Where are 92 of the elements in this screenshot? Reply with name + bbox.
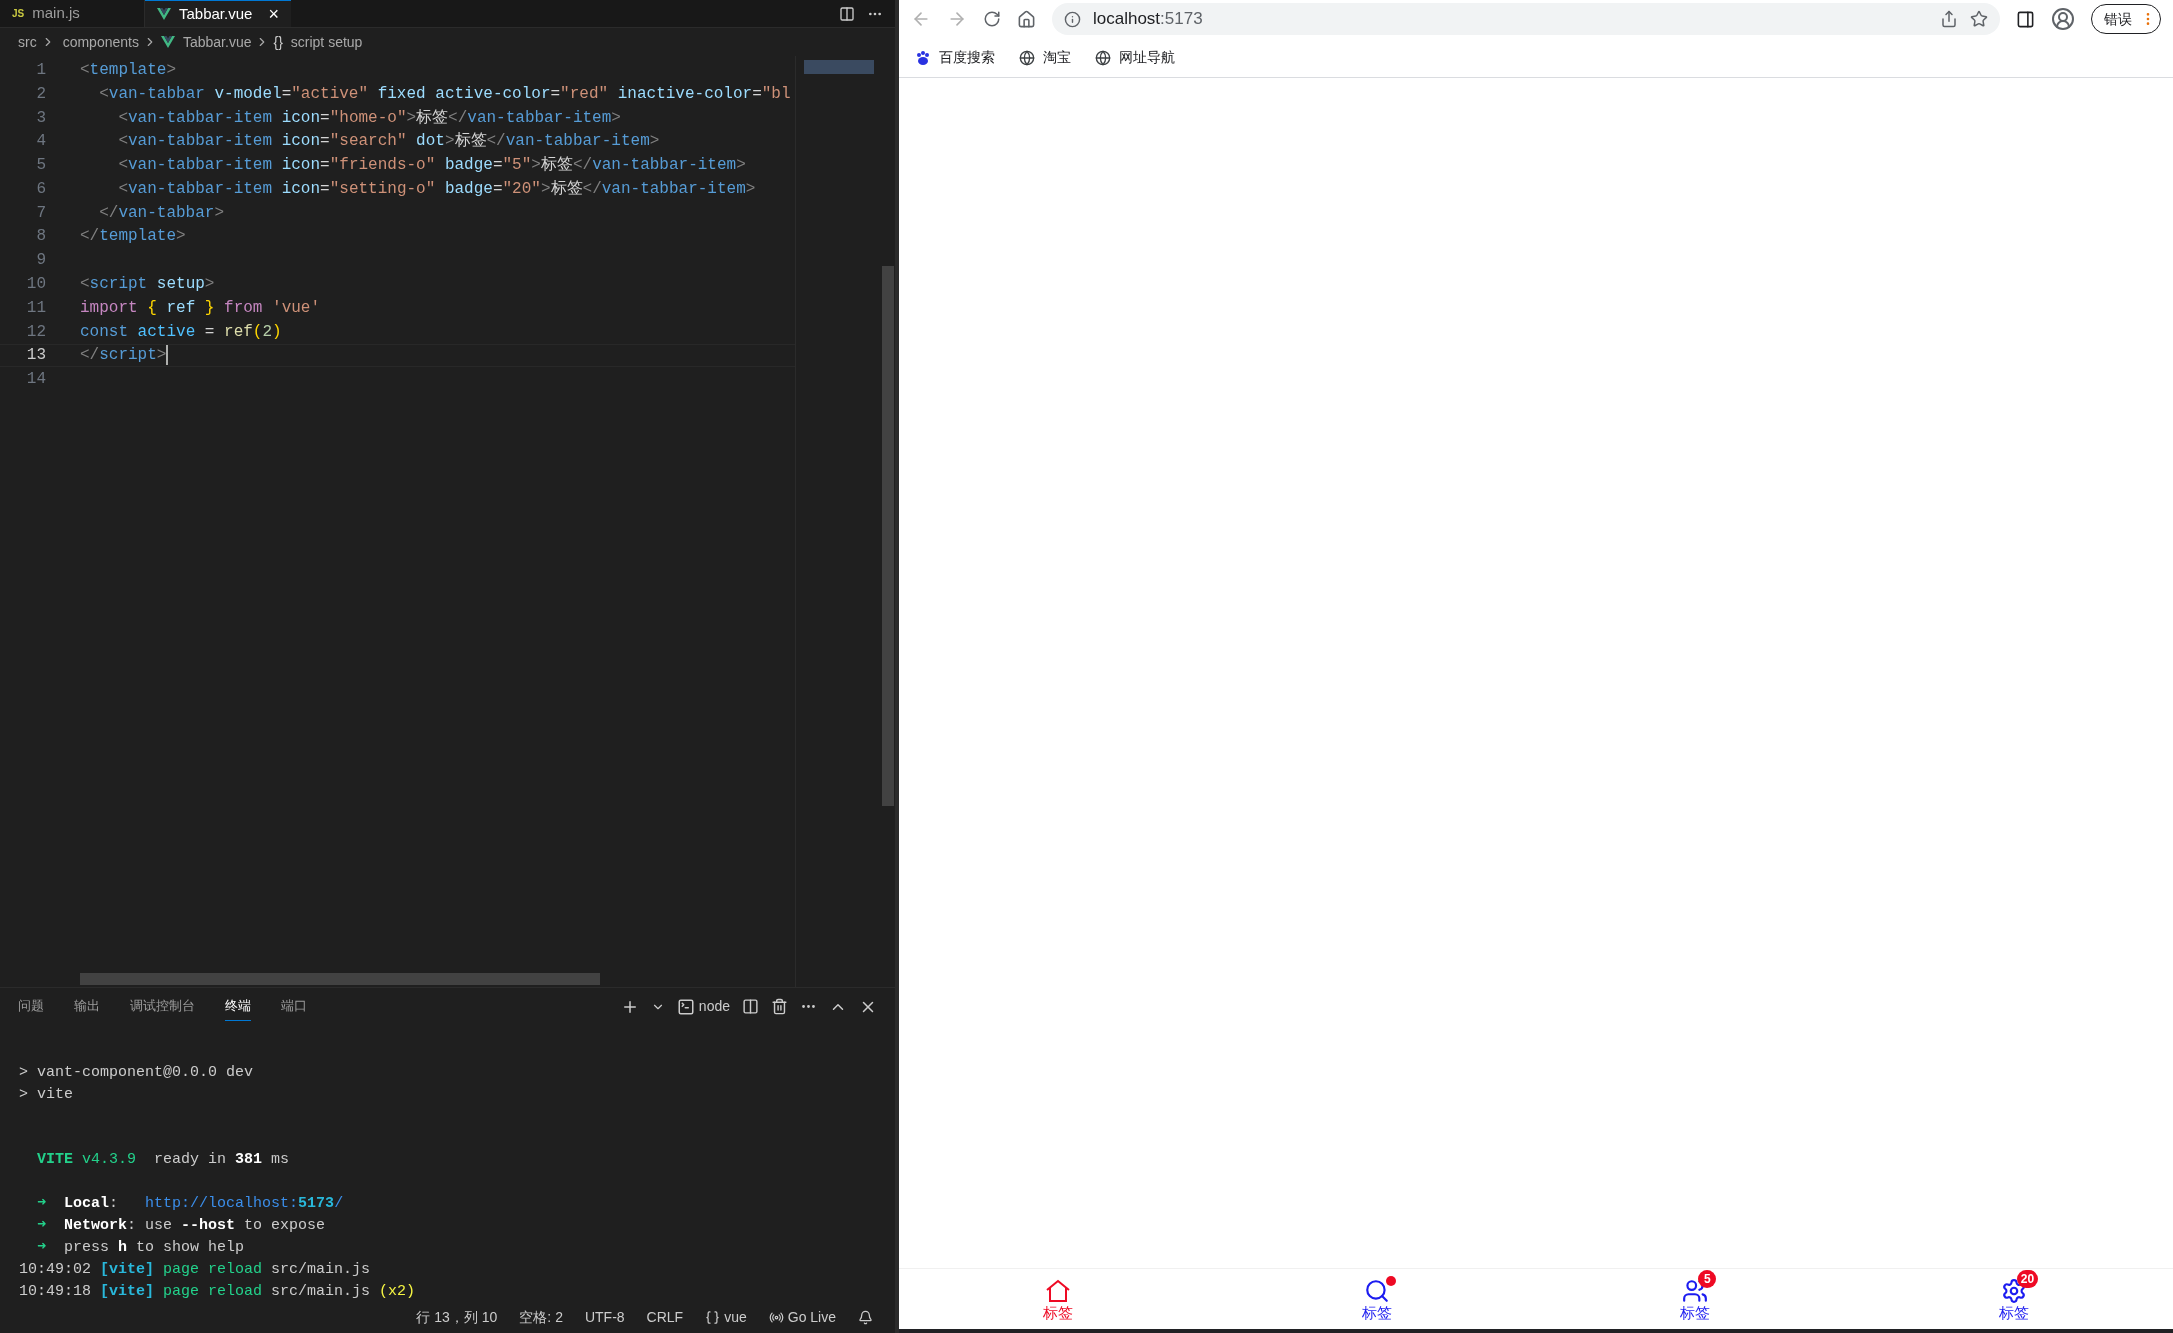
tabbar-item[interactable]: 5 标签 (1536, 1269, 1855, 1329)
status-item[interactable]: CRLF (646, 1306, 684, 1328)
bookmark-link[interactable]: 网址导航 (1119, 47, 1175, 68)
braces-icon (705, 1309, 721, 1325)
line-number: 11 (25, 297, 46, 319)
tab-label: 标签 (1361, 1305, 1392, 1320)
line-number: 12 (25, 321, 46, 343)
notifications-icon[interactable] (858, 1309, 873, 1325)
line-number: 10 (25, 274, 46, 296)
vue-file-icon (160, 36, 175, 48)
line-number: 14 (25, 369, 46, 391)
terminal-icon (676, 997, 695, 1016)
breadcrumb-item[interactable]: components (62, 31, 139, 53)
breadcrumb-item[interactable]: script setup (290, 31, 363, 53)
tabbar-item[interactable]: 20 标签 (1854, 1269, 2173, 1329)
line-number: 8 (35, 226, 46, 248)
panel-tab[interactable]: 端口 (281, 992, 307, 1021)
panel-tab[interactable]: 调试控制台 (130, 992, 195, 1021)
breadcrumb-item[interactable]: Tabbar.vue (182, 31, 252, 53)
line-number: 6 (35, 178, 46, 200)
code-line: const active = ref(2) (80, 321, 282, 343)
line-number: 1 (35, 59, 46, 81)
reload-icon[interactable] (983, 10, 1001, 28)
panel-tab[interactable]: 问题 (18, 992, 44, 1021)
line-number: 2 (35, 83, 46, 105)
side-panel-icon[interactable] (2016, 9, 2035, 29)
code-line: <van-tabbar-item icon="home-o">标签</van-tabbar-item> (117, 107, 621, 129)
line-number: 13 (25, 345, 46, 367)
status-item[interactable]: 行 13，列 10 (416, 1306, 498, 1328)
home-icon[interactable] (1017, 9, 1036, 29)
terminal-line: ➜ Network: use --host to expose (36, 1216, 327, 1236)
globe-icon (1019, 49, 1035, 66)
horizontal-scrollbar[interactable] (80, 973, 600, 985)
bookmark-star-icon[interactable] (1970, 10, 1988, 28)
tabbar-item[interactable]: 标签 (899, 1269, 1218, 1329)
tab-label: main.js (32, 3, 80, 24)
code-line: <van-tabbar-item icon="setting-o" badge="20">标签</van-tabbar-item> (117, 178, 756, 200)
terminal-line: ➜ press h to show help (36, 1238, 246, 1258)
line-number: 3 (35, 107, 46, 129)
count-badge: 5 (1698, 1270, 1717, 1288)
close-tab-button[interactable]: × (268, 5, 279, 23)
terminal-line: > vite (19, 1085, 74, 1105)
terminal-line: VITE v4.3.9 ready in 381 ms (36, 1150, 291, 1170)
code-line: <script setup> (80, 274, 215, 296)
code-line: <van-tabbar-item icon="search" dot>标签</van-tabbar-item> (117, 131, 660, 153)
line-number: 9 (35, 250, 46, 272)
line-number: 7 (35, 202, 46, 224)
search-icon (1363, 1278, 1390, 1304)
tab-label: Tabbar.vue (179, 3, 253, 24)
bookmark-link[interactable]: 淘宝 (1043, 47, 1071, 68)
vertical-scrollbar[interactable] (882, 266, 894, 806)
tab-label: 标签 (1998, 1305, 2029, 1320)
text-cursor (166, 345, 169, 366)
split-editor-icon[interactable] (839, 5, 855, 22)
braces-icon: {} (273, 31, 283, 53)
vue-file-icon (157, 8, 171, 20)
bookmark-link[interactable]: 百度搜索 (939, 47, 995, 68)
code-line: </script> (80, 345, 167, 367)
count-badge: 20 (2016, 1270, 2039, 1288)
paw-icon (915, 49, 931, 66)
share-icon[interactable] (1940, 10, 1958, 28)
breadcrumb-item[interactable]: src (18, 31, 37, 53)
line-number: 4 (35, 131, 46, 153)
code-line: import { ref } from 'vue' (80, 297, 321, 319)
trash-icon[interactable] (771, 998, 788, 1015)
terminal-line: > vant-component@0.0.0 dev (19, 1063, 255, 1083)
code-line: </van-tabbar> (98, 202, 225, 224)
tab-label: 标签 (1043, 1305, 1074, 1320)
panel-tab[interactable]: 终端 (225, 992, 251, 1021)
go-live-button[interactable]: Go Live (787, 1306, 836, 1328)
tab-label: 标签 (1680, 1305, 1711, 1320)
terminal-line: 10:49:02 [vite] page reload src/main.js (19, 1260, 372, 1280)
code-line: <van-tabbar v-model="active" fixed active-color="red" inactive-color="bl (98, 83, 791, 105)
split-terminal-icon[interactable] (742, 998, 759, 1015)
profile-avatar-icon[interactable] (2051, 7, 2075, 31)
code-line: </template> (80, 226, 186, 248)
language-mode[interactable]: vue (724, 1306, 747, 1328)
status-item[interactable]: UTF-8 (584, 1306, 625, 1328)
terminal-line: ➜ Local: http://localhost:5173/ (36, 1194, 345, 1214)
terminal-name[interactable]: node (698, 996, 730, 1017)
terminal-line: 10:49:18 [vite] page reload src/main.js (x2) (19, 1282, 417, 1302)
editor-tab[interactable]: Tabbar.vue × (145, 0, 291, 27)
js-file-icon: JS (12, 6, 25, 21)
panel-tab[interactable]: 输出 (74, 992, 100, 1021)
address-bar[interactable]: localhost:5173 (1052, 3, 2000, 35)
status-item[interactable]: 空格: 2 (519, 1306, 563, 1328)
site-info-icon (1064, 10, 1081, 28)
code-line: <van-tabbar-item icon="friends-o" badge="5">标签</van-tabbar-item> (117, 155, 746, 177)
globe-icon (1095, 49, 1111, 66)
tabbar-item[interactable]: 标签 (1217, 1269, 1536, 1329)
code-line: <template> (80, 59, 177, 81)
line-number: 5 (35, 155, 46, 177)
